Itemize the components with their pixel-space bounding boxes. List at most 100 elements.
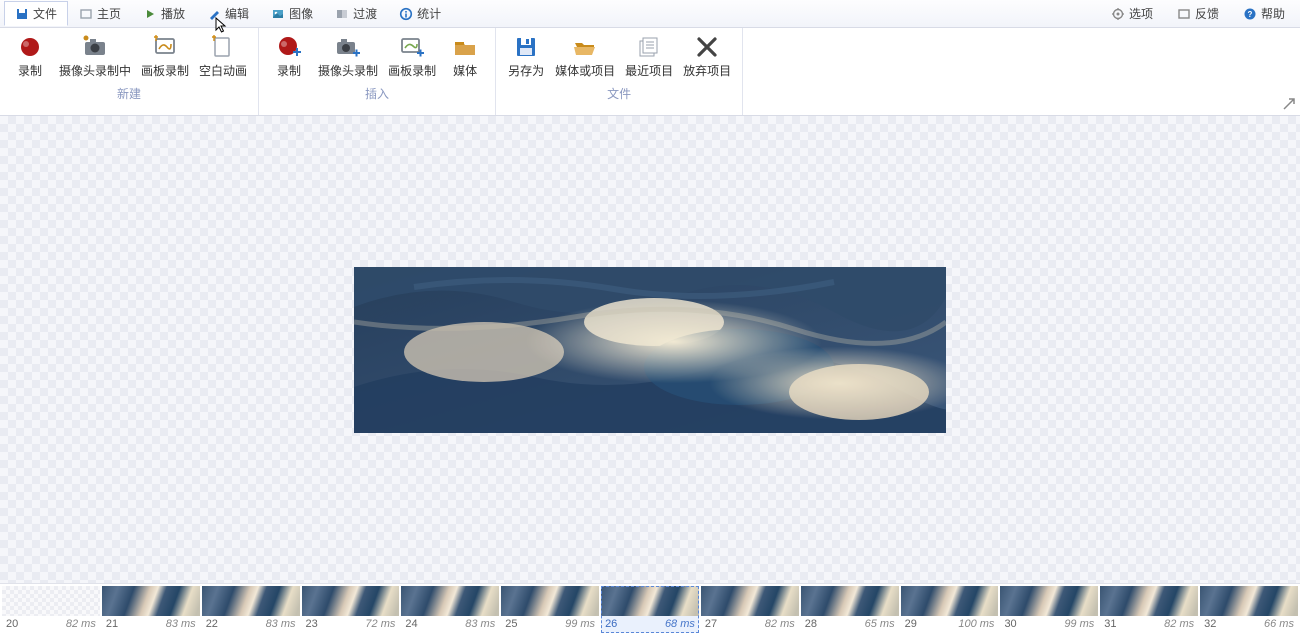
ribbon-label: 放弃项目 — [683, 64, 731, 78]
timeline-frame[interactable]: 2183 ms — [102, 586, 200, 633]
menu-label: 统计 — [417, 5, 441, 22]
insert-media-button[interactable]: 媒体 — [441, 30, 489, 82]
frame-number: 24 — [405, 618, 417, 630]
ribbon-label: 空白动画 — [199, 64, 247, 78]
discard-icon — [694, 34, 720, 60]
frame-duration: 82 ms — [1164, 618, 1194, 630]
recent-icon — [636, 34, 662, 60]
frame-number: 31 — [1104, 618, 1116, 630]
frame-duration: 99 ms — [1064, 618, 1094, 630]
timeline-frame[interactable]: 2599 ms — [501, 586, 599, 633]
timeline-frame[interactable]: 26 68 ms — [601, 586, 699, 633]
frame-thumb — [1200, 586, 1298, 616]
timeline-frame[interactable]: 24 83 ms — [401, 586, 499, 633]
insert-board-icon — [399, 34, 425, 60]
timeline-frame[interactable]: 28 65 ms — [801, 586, 899, 633]
frame-number: 28 — [805, 618, 817, 630]
frame-number: 27 — [705, 618, 717, 630]
frame-thumb — [901, 586, 999, 616]
frame-number: 23 — [306, 618, 318, 630]
frame-thumb — [801, 586, 899, 616]
menu-item-2[interactable]: 播放 — [132, 1, 196, 26]
frame-duration: 68 ms — [665, 618, 695, 630]
frame-thumb — [501, 586, 599, 616]
frame-thumb — [401, 586, 499, 616]
menu-label: 文件 — [33, 5, 57, 22]
frame-thumb — [601, 586, 699, 616]
frame-duration: 82 ms — [765, 618, 795, 630]
frame-thumb — [1000, 586, 1098, 616]
canvas-area[interactable] — [0, 116, 1300, 583]
menu-icon-0 — [15, 7, 29, 21]
ribbon-expand-icon[interactable] — [1282, 97, 1296, 111]
frame-number: 20 — [6, 618, 18, 630]
timeline-frame[interactable]: 3099 ms — [1000, 586, 1098, 633]
frame-number: 32 — [1204, 618, 1216, 630]
webcam-record-button[interactable]: 摄像头录制中 — [54, 30, 136, 82]
discard-button[interactable]: 放弃项目 — [678, 30, 736, 82]
record-button[interactable]: 录制 — [6, 30, 54, 82]
timeline-frame[interactable]: 29 100 ms — [901, 586, 999, 633]
frame-timeline[interactable]: 2082 ms2183 ms2283 ms2372 ms2483 ms2599 … — [0, 583, 1300, 633]
timeline-frame[interactable]: 27 82 ms — [701, 586, 799, 633]
ribbon-group-1: 录制 摄像头录制画板录制媒体插入 — [259, 28, 496, 115]
frame-thumb — [102, 586, 200, 616]
frame-duration: 72 ms — [365, 618, 395, 630]
timeline-frame[interactable]: 3266 ms — [1200, 586, 1298, 633]
frame-info: 23 72 ms — [302, 616, 400, 630]
insert-board-button[interactable]: 画板录制 — [383, 30, 441, 82]
menu-right-icon-1 — [1177, 7, 1191, 21]
frame-duration: 83 ms — [465, 618, 495, 630]
save-as-button[interactable]: 另存为 — [502, 30, 550, 82]
ribbon-label: 录制 — [18, 64, 42, 78]
timeline-frame[interactable]: 31 82 ms — [1100, 586, 1198, 633]
recent-button[interactable]: 最近项目 — [620, 30, 678, 82]
menu-item-4[interactable]: 图像 — [260, 1, 324, 26]
svg-text:?: ? — [1248, 10, 1253, 19]
media-proj-button[interactable]: 媒体或项目 — [550, 30, 620, 82]
menu-right-icon-0 — [1111, 7, 1125, 21]
frame-duration: 82 ms — [66, 618, 96, 630]
timeline-frame[interactable]: 2283 ms — [202, 586, 300, 633]
insert-webcam-button[interactable]: 摄像头录制 — [313, 30, 383, 82]
media-proj-icon — [572, 34, 598, 60]
frame-number: 21 — [106, 618, 118, 630]
frame-duration: 65 ms — [865, 618, 895, 630]
menu-right-0[interactable]: 选项 — [1100, 1, 1164, 26]
menu-item-5[interactable]: 过渡 — [324, 1, 388, 26]
frame-number: 29 — [905, 618, 917, 630]
menu-right-label: 反馈 — [1195, 5, 1219, 22]
menu-item-1[interactable]: 主页 — [68, 1, 132, 26]
ribbon-label: 摄像头录制 — [318, 64, 378, 78]
timeline-frame[interactable]: 20 82 ms — [2, 586, 100, 633]
ribbon-group-title: 文件 — [502, 82, 736, 106]
ribbon-label: 另存为 — [508, 64, 544, 78]
frame-number: 26 — [605, 618, 617, 630]
ribbon-group-title: 插入 — [265, 82, 489, 106]
ribbon-label: 媒体 — [453, 64, 477, 78]
ribbon-label: 画板录制 — [141, 64, 189, 78]
insert-media-icon — [452, 34, 478, 60]
frame-info: 26 68 ms — [601, 616, 699, 630]
menu-icon-1 — [79, 7, 93, 21]
timeline-frame[interactable]: 23 72 ms — [302, 586, 400, 633]
menu-right-1[interactable]: 反馈 — [1166, 1, 1230, 26]
insert-record-icon — [276, 34, 302, 60]
menu-right-2[interactable]: ?帮助 — [1232, 1, 1296, 26]
insert-record-button[interactable]: 录制 — [265, 30, 313, 82]
menu-item-0[interactable]: 文件 — [4, 1, 68, 26]
ribbon-label: 录制 — [277, 64, 301, 78]
frame-info: 29 100 ms — [901, 616, 999, 630]
menu-item-6[interactable]: 统计 — [388, 1, 452, 26]
frame-thumb — [302, 586, 400, 616]
board-record-button[interactable]: 画板录制 — [136, 30, 194, 82]
preview-frame — [354, 267, 946, 433]
frame-info: 2599 ms — [501, 616, 599, 630]
frame-thumb — [701, 586, 799, 616]
frame-duration: 100 ms — [958, 618, 994, 630]
insert-webcam-icon — [335, 34, 361, 60]
frame-duration: 83 ms — [266, 618, 296, 630]
menu-label: 过渡 — [353, 5, 377, 22]
ribbon-toolbar: 录制摄像头录制中画板录制空白动画新建录制摄像头录制画板录制媒体插入另存为媒体或项… — [0, 28, 1300, 116]
save-as-icon — [513, 34, 539, 60]
